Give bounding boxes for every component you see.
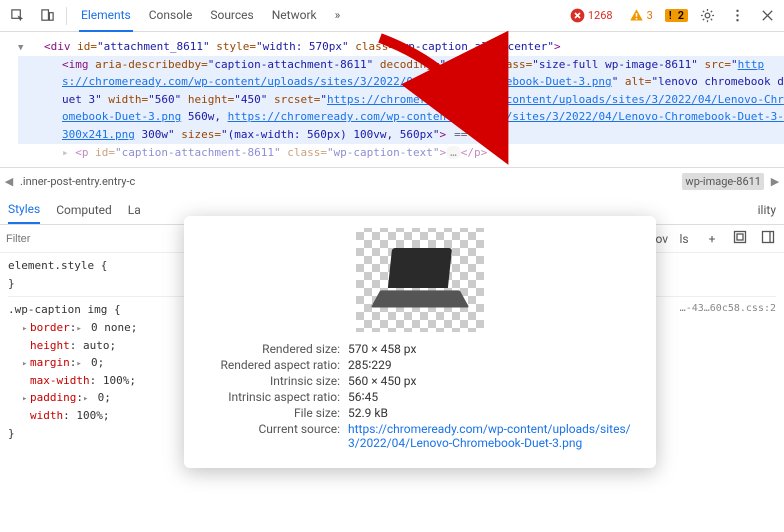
new-style-button[interactable]: + (702, 232, 722, 246)
rendered-ar-label: Rendered aspect ratio: (200, 358, 348, 372)
tag-open: <div (44, 40, 71, 53)
errors-count: 1268 (588, 9, 613, 22)
tab-more[interactable]: » (333, 0, 343, 32)
tab-network[interactable]: Network (270, 0, 319, 32)
devtools-toolbar: Elements Console Sources Network » 1268 … (0, 0, 784, 32)
separator (66, 7, 67, 25)
expand-toggle[interactable]: ▼ (18, 38, 30, 55)
file-size-value: 52.9 kB (348, 406, 640, 420)
subtab-layout[interactable]: La (128, 197, 141, 223)
crumb-left[interactable]: .inner-post-entry.entry-c (20, 175, 135, 188)
computed-toggle-icon[interactable] (730, 230, 750, 247)
errors-badge[interactable]: 1268 (566, 7, 617, 24)
kebab-icon[interactable] (726, 5, 748, 27)
dom-tree: ▼ <div id="attachment_8611" style="width… (0, 32, 784, 167)
tab-console[interactable]: Console (147, 0, 195, 32)
warnings-badge[interactable]: 3 (625, 7, 657, 24)
rendered-size-label: Rendered size: (200, 342, 348, 356)
subtab-accessibility[interactable]: ility (758, 197, 776, 223)
warnings-count: 3 (647, 9, 653, 22)
intrinsic-size-label: Intrinsic size: (200, 374, 348, 388)
sidebar-toggle-icon[interactable] (758, 230, 778, 247)
subtab-styles[interactable]: Styles (8, 196, 40, 224)
intrinsic-ar-value: 56∶45 (348, 390, 640, 404)
dollar-zero: == $0 (454, 128, 487, 141)
bc-scroll-right[interactable]: ▶ (770, 175, 780, 188)
current-source-label: Current source: (200, 422, 348, 450)
intrinsic-size-value: 560 × 450 px (348, 374, 640, 388)
device-toggle-icon[interactable] (36, 5, 58, 27)
bc-scroll-left[interactable]: ◀ (4, 175, 14, 188)
inspect-icon[interactable] (6, 5, 28, 27)
tab-sources[interactable]: Sources (208, 0, 255, 32)
issues-badge[interactable]: !2 (665, 9, 688, 22)
dom-node-img[interactable]: <img aria-describedby="caption-attachmen… (18, 56, 784, 144)
gear-icon[interactable] (696, 5, 718, 27)
current-source-link[interactable]: https://chromeready.com/wp-content/uploa… (348, 422, 640, 450)
dom-node-div[interactable]: ▼ <div id="attachment_8611" style="width… (18, 38, 784, 56)
cls-button[interactable]: ls (674, 232, 694, 246)
image-thumbnail (356, 228, 484, 332)
image-info-popup: Rendered size:570 × 458 px Rendered aspe… (184, 216, 656, 468)
intrinsic-ar-label: Intrinsic aspect ratio: (200, 390, 348, 404)
close-icon[interactable] (756, 5, 778, 27)
subtab-computed[interactable]: Computed (56, 197, 112, 223)
rendered-ar-value: 285∶229 (348, 358, 640, 372)
file-size-label: File size: (200, 406, 348, 420)
laptop-illustration (372, 248, 468, 312)
breadcrumb: ◀ .inner-post-entry.entry-c wp-image-861… (0, 167, 784, 195)
styles-filter-input[interactable] (6, 233, 148, 245)
dom-node-p[interactable]: ▸ <p id="caption-attachment-8611" class=… (18, 144, 784, 162)
crumb-right[interactable]: wp-image-8611 (682, 173, 764, 190)
rule-source-link[interactable]: …-43…60c58.css:2 (680, 301, 776, 317)
tab-elements[interactable]: Elements (79, 0, 133, 32)
rendered-size-value: 570 × 458 px (348, 342, 640, 356)
panel-tabs: Elements Console Sources Network » (79, 0, 342, 32)
issues-count: 2 (678, 9, 684, 22)
